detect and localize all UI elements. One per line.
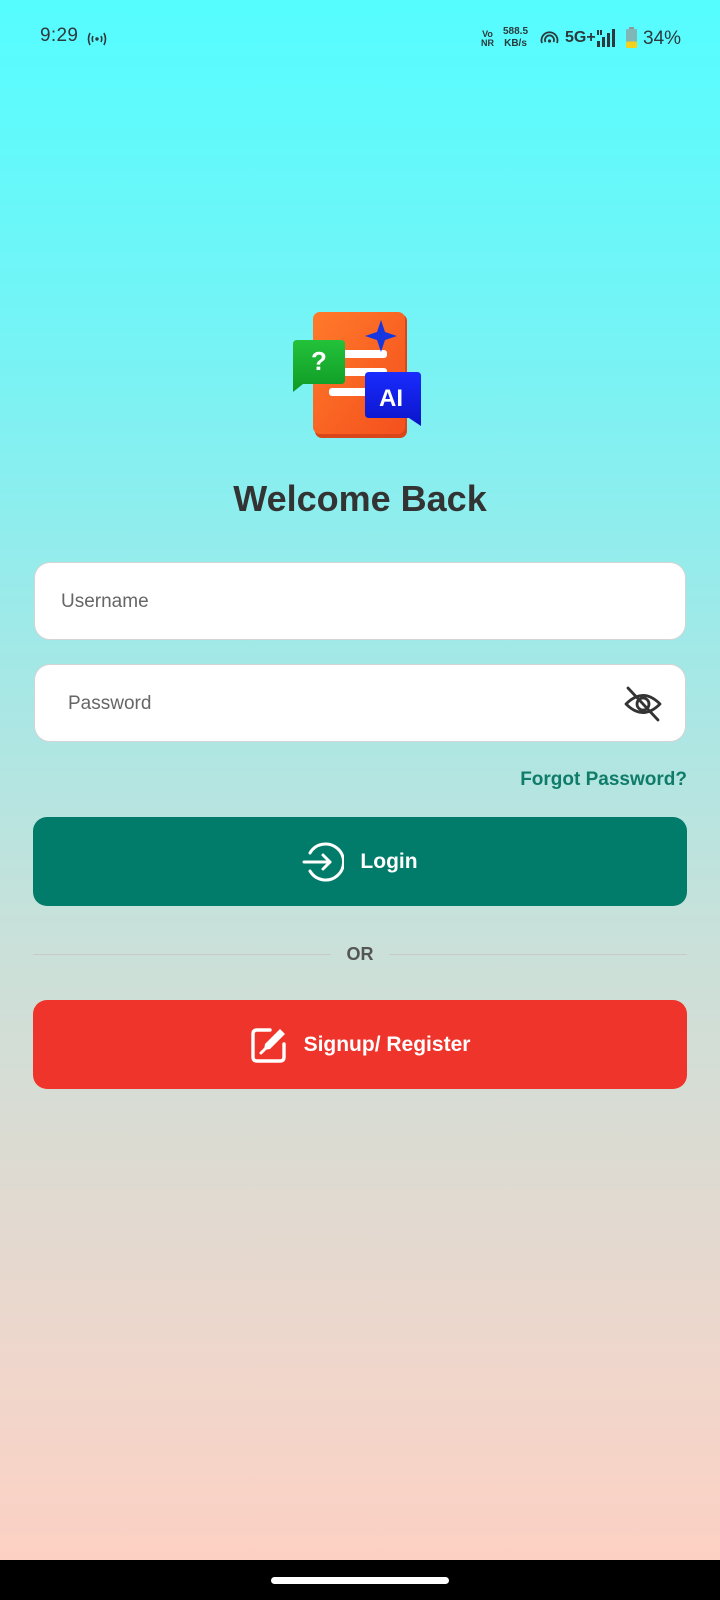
page-title: Welcome Back (233, 478, 487, 519)
status-bar: 9:29 Vo NR 588.5 KB/s 5G+ 34% (0, 0, 720, 76)
login-button[interactable]: Login (33, 817, 687, 906)
ai-badge-text: AI (379, 385, 403, 412)
network-speed-value: 588.5 (503, 26, 529, 37)
volte-line2: NR (481, 38, 494, 48)
app-logo: ? AI (293, 312, 421, 438)
password-input[interactable] (66, 665, 605, 743)
username-field[interactable] (34, 562, 686, 641)
signup-button-label: Signup/ Register (303, 1032, 471, 1056)
ai-bubble: AI (365, 372, 421, 426)
username-input[interactable] (59, 563, 661, 641)
eye-off-icon[interactable] (623, 685, 663, 723)
network-speed: 588.5 KB/s (503, 26, 528, 50)
hotspot-icon (87, 32, 107, 46)
network-speed-unit: KB/s (504, 38, 527, 49)
navigation-bar (0, 1560, 720, 1600)
login-arrow-icon (302, 842, 345, 881)
battery-percent: 34% (643, 28, 682, 49)
divider-line-right (389, 954, 687, 955)
status-time: 9:29 (40, 25, 79, 46)
volte-indicator: Vo NR (481, 30, 494, 48)
home-indicator[interactable] (271, 1577, 449, 1584)
network-type: 5G+ (565, 29, 596, 46)
signal-icon (597, 29, 615, 47)
battery-icon (626, 27, 637, 48)
question-mark-text: ? (311, 346, 327, 376)
signup-register-button[interactable]: Signup/ Register (33, 1000, 687, 1089)
login-button-label: Login (360, 849, 418, 873)
edit-square-icon (250, 1027, 286, 1063)
or-divider: OR (33, 944, 687, 966)
forgot-password-link[interactable]: Forgot Password? (520, 769, 687, 791)
wireless-hotspot-icon (540, 31, 559, 44)
password-field[interactable] (34, 664, 686, 743)
